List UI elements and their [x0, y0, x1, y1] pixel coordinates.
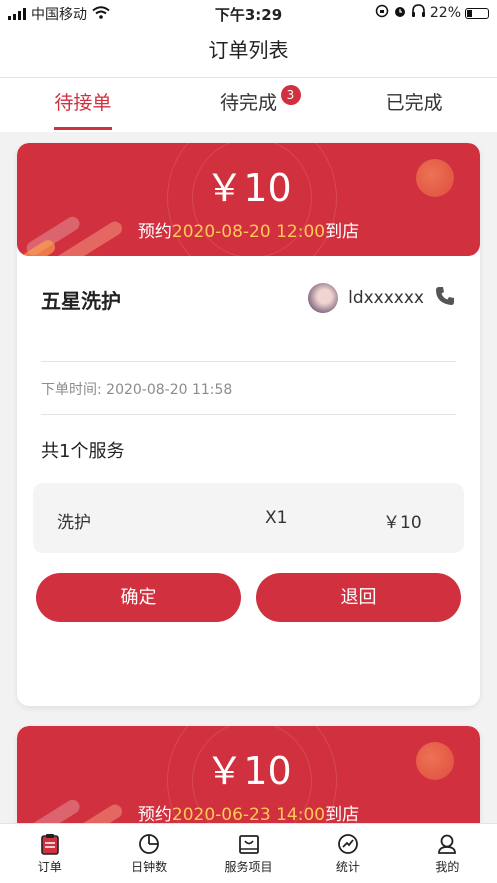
rotation-lock-icon	[375, 4, 389, 22]
avatar	[308, 283, 339, 313]
tab-in-progress[interactable]: 待完成 3	[166, 78, 332, 132]
appointment-time: 2020-08-20 12:00	[171, 222, 326, 242]
order-status-tabs: 待接单 待完成 3 已完成	[0, 78, 497, 132]
tabbar-item-orders[interactable]: 订单	[0, 824, 99, 883]
tabbar-item-statistics[interactable]: 统计	[298, 824, 397, 883]
service-item: 洗护 X1 ￥10	[33, 483, 464, 553]
service-price: ￥10	[383, 513, 422, 533]
tabbar-label: 订单	[37, 860, 62, 874]
tab-label: 已完成	[385, 92, 443, 114]
appointment-prefix: 预约	[137, 805, 172, 825]
order-card: ￥10 预约2020-08-20 12:00到店 五星洗护 ldxxxxxx 下…	[17, 143, 480, 706]
divider	[41, 361, 456, 362]
customer-name: ldxxxxxx	[348, 288, 424, 308]
divider	[41, 414, 456, 415]
tabbar-item-services[interactable]: 服务项目	[199, 824, 298, 883]
battery-icon	[465, 7, 489, 19]
pie-chart-icon	[99, 833, 198, 855]
tab-label: 待完成	[220, 92, 278, 114]
headphones-icon	[411, 4, 426, 22]
appointment-suffix: 到店	[325, 222, 360, 242]
profile-icon	[398, 833, 497, 855]
tabbar-label: 日钟数	[131, 860, 168, 874]
tabbar-item-daily-count[interactable]: 日钟数	[99, 824, 198, 883]
appointment-prefix: 预约	[137, 222, 172, 242]
appointment-info: 预约2020-08-20 12:00到店	[17, 217, 480, 242]
tabbar-label: 服务项目	[224, 860, 273, 874]
alarm-icon	[393, 4, 407, 22]
order-price: ￥10	[205, 749, 292, 793]
order-icon	[0, 833, 99, 855]
trend-icon	[298, 833, 397, 855]
tab-completed[interactable]: 已完成	[331, 78, 497, 132]
appointment-suffix: 到店	[325, 805, 360, 825]
order-banner: ￥10 预约2020-08-20 12:00到店	[17, 143, 480, 256]
service-quantity: X1	[265, 508, 288, 528]
service-count: 共1个服务	[41, 441, 125, 462]
order-header-row: 五星洗护 ldxxxxxx	[41, 283, 456, 315]
page-title: 订单列表	[0, 26, 497, 78]
order-time: 下单时间: 2020-08-20 11:58	[41, 382, 233, 398]
customer-info: ldxxxxxx	[308, 283, 456, 313]
confirm-button[interactable]: 确定	[36, 573, 241, 622]
reject-button[interactable]: 退回	[256, 573, 461, 622]
order-price: ￥10	[205, 166, 292, 210]
tab-pending[interactable]: 待接单	[0, 78, 166, 132]
appointment-time: 2020-06-23 14:00	[171, 805, 326, 825]
battery-text: 22%	[429, 5, 461, 21]
appointment-info: 预约2020-06-23 14:00到店	[17, 800, 480, 825]
tab-label: 待接单	[54, 92, 112, 114]
tabbar-item-me[interactable]: 我的	[398, 824, 497, 883]
tabbar-label: 统计	[335, 860, 360, 874]
shop-name: 五星洗护	[41, 289, 121, 313]
status-bar: 中国移动 下午3:29 22%	[0, 0, 497, 26]
shop-bag-icon	[199, 833, 298, 855]
bottom-tab-bar: 订单 日钟数 服务项目 统计 我的	[0, 823, 497, 883]
tabbar-label: 我的	[435, 860, 460, 874]
service-name: 洗护	[57, 513, 91, 533]
count-badge: 3	[280, 85, 301, 105]
phone-icon[interactable]	[434, 285, 456, 311]
